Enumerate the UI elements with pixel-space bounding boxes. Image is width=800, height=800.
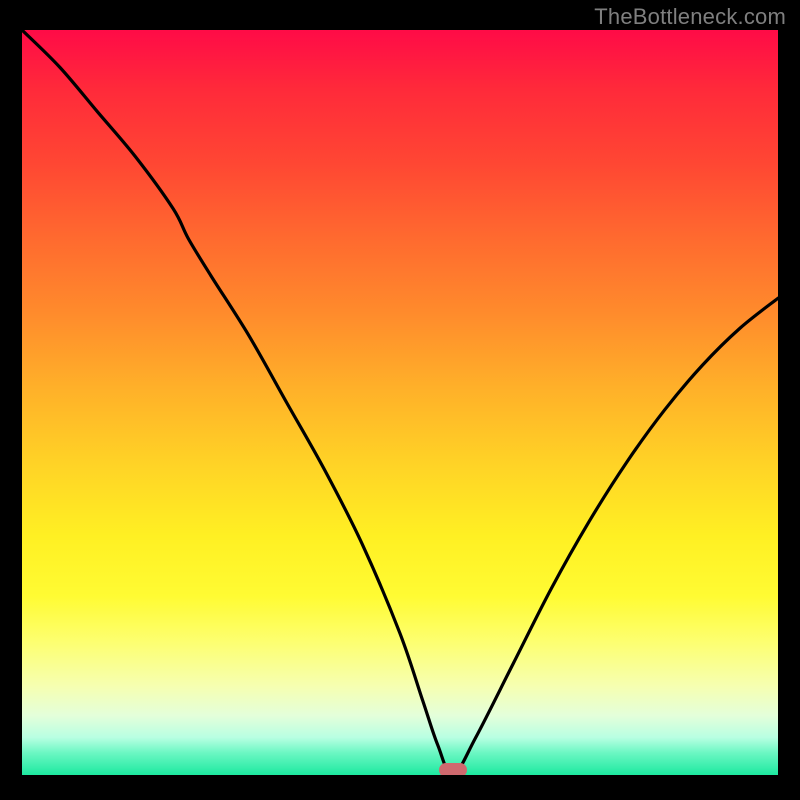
minimum-marker	[439, 763, 467, 775]
watermark-text: TheBottleneck.com	[594, 4, 786, 30]
chart-frame: TheBottleneck.com	[0, 0, 800, 800]
bottleneck-curve-path	[22, 30, 778, 775]
curve-svg	[22, 30, 778, 775]
plot-area	[22, 30, 778, 775]
